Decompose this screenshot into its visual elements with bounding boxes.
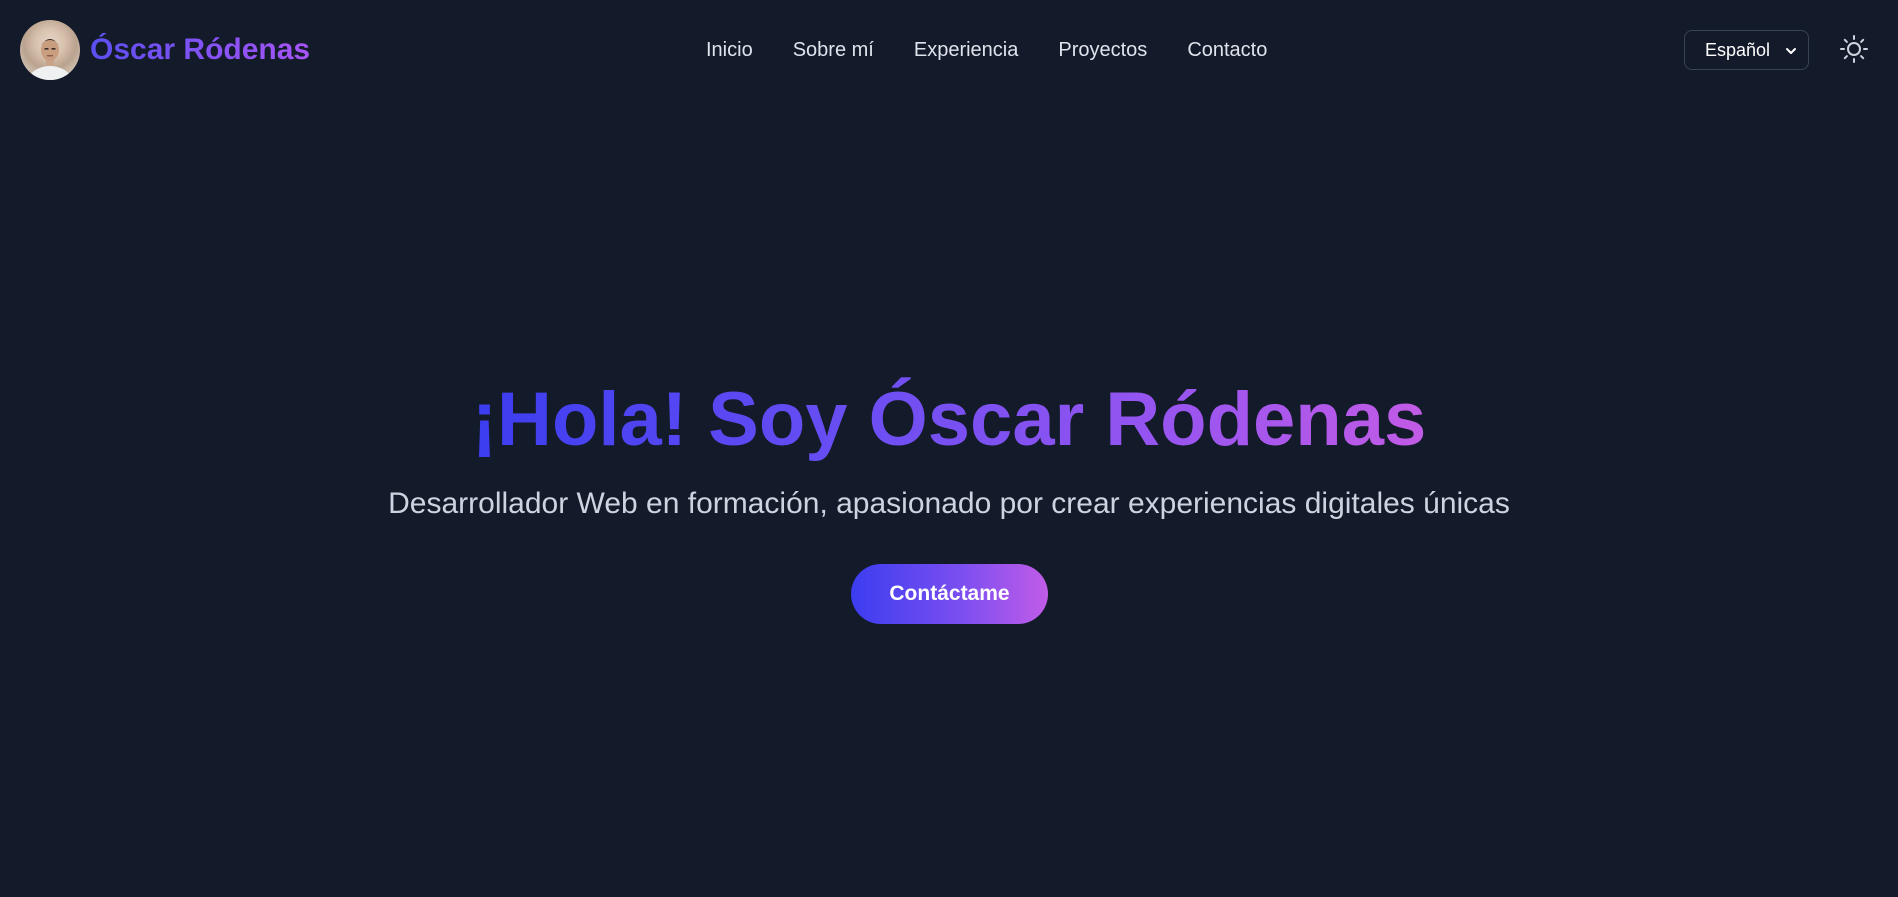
- page: Óscar Ródenas Inicio Sobre mí Experienci…: [0, 0, 1898, 897]
- language-select[interactable]: Español: [1684, 30, 1809, 70]
- sun-icon: [1840, 35, 1868, 63]
- avatar: [20, 20, 80, 80]
- language-select-value: Español: [1705, 39, 1771, 60]
- nav-item-proyectos[interactable]: Proyectos: [1058, 39, 1147, 62]
- theme-toggle-button[interactable]: [1838, 33, 1870, 65]
- nav-item-experiencia[interactable]: Experiencia: [914, 39, 1019, 62]
- site-header: Óscar Ródenas Inicio Sobre mí Experienci…: [0, 0, 1898, 100]
- nav-item-contacto[interactable]: Contacto: [1187, 39, 1267, 62]
- chevron-down-icon: [1786, 48, 1796, 54]
- nav-item-inicio[interactable]: Inicio: [706, 39, 753, 62]
- hero-title: ¡Hola! Soy Óscar Ródenas: [0, 372, 1898, 468]
- hero-title-text: ¡Hola! Soy Óscar Ródenas: [471, 377, 1427, 462]
- contact-cta-button[interactable]: Contáctame: [851, 564, 1048, 624]
- nav-item-sobre-mi[interactable]: Sobre mí: [793, 39, 874, 62]
- brand-name: Óscar Ródenas: [90, 33, 311, 66]
- hero-subtitle: Desarrollador Web en formación, apasiona…: [388, 487, 1510, 520]
- brand-link[interactable]: Óscar Ródenas: [20, 20, 310, 80]
- main-nav: Inicio Sobre mí Experiencia Proyectos Co…: [706, 36, 1267, 64]
